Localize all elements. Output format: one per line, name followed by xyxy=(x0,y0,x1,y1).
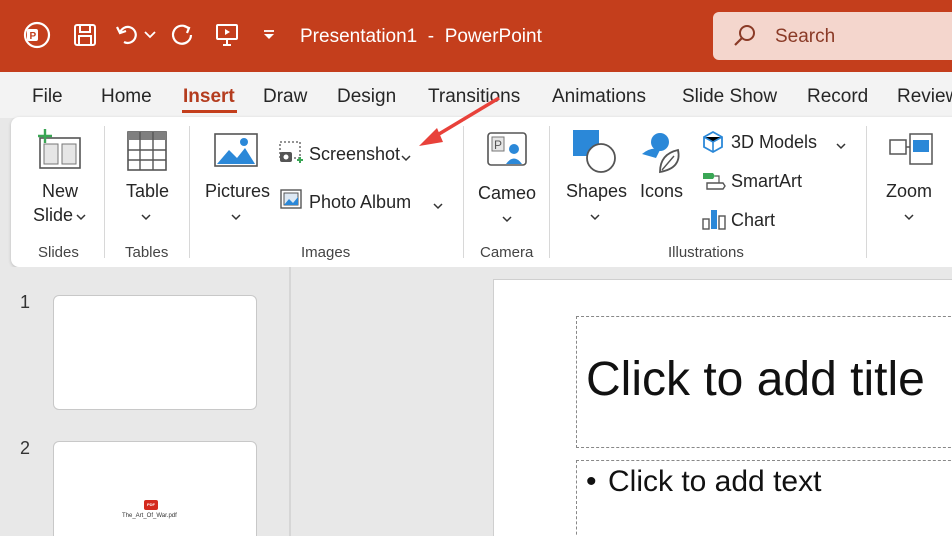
svg-text:P: P xyxy=(494,138,502,152)
screenshot-icon[interactable] xyxy=(278,140,304,171)
zoom-icon[interactable] xyxy=(886,130,936,177)
pdf-file-icon: PDF xyxy=(144,500,158,510)
icons-label[interactable]: Icons xyxy=(640,181,683,202)
pictures-label[interactable]: Pictures xyxy=(205,181,270,202)
active-tab-indicator xyxy=(182,110,237,113)
group-label-images: Images xyxy=(301,244,351,261)
slide-number-1: 1 xyxy=(20,292,31,312)
svg-text:P: P xyxy=(30,31,37,42)
group-label-illustrations: Illustrations xyxy=(668,244,744,261)
icons-icon[interactable] xyxy=(638,128,686,181)
zoom-dropdown-icon[interactable] xyxy=(904,209,914,227)
slide-number-2: 2 xyxy=(20,438,31,458)
search-icon xyxy=(733,24,757,53)
chart-label[interactable]: Chart xyxy=(731,210,775,231)
screenshot-dropdown-icon[interactable] xyxy=(401,150,411,168)
table-label[interactable]: Table xyxy=(126,181,169,202)
photo-album-label[interactable]: Photo Album xyxy=(309,192,411,213)
tab-design[interactable]: Design xyxy=(337,86,396,108)
group-separator xyxy=(189,126,190,258)
group-label-tables: Tables xyxy=(125,244,169,261)
search-placeholder: Search xyxy=(775,26,836,47)
pdf-file-label: The_Art_Of_War.pdf xyxy=(122,513,177,519)
undo-icon[interactable] xyxy=(112,20,142,50)
chart-icon[interactable] xyxy=(701,207,727,236)
new-slide-dropdown-icon[interactable] xyxy=(76,209,86,227)
3d-models-label[interactable]: 3D Models xyxy=(731,132,817,153)
3d-models-dropdown-icon[interactable] xyxy=(836,138,846,156)
cameo-icon[interactable]: P xyxy=(486,131,528,176)
screenshot-label[interactable]: Screenshot xyxy=(309,144,400,165)
slide-thumbnail-1[interactable] xyxy=(53,295,257,410)
photo-album-dropdown-icon[interactable] xyxy=(433,198,443,216)
group-label-slides: Slides xyxy=(38,244,79,261)
pictures-dropdown-icon[interactable] xyxy=(231,209,241,227)
document-title: Presentation1 - PowerPoint xyxy=(300,26,542,47)
group-label-camera: Camera xyxy=(480,244,534,261)
redo-icon[interactable] xyxy=(168,20,198,50)
customize-toolbar-icon[interactable] xyxy=(256,20,282,50)
powerpoint-logo-icon[interactable]: P xyxy=(22,20,52,50)
tab-home[interactable]: Home xyxy=(101,86,152,108)
bullet-marker: • xyxy=(586,465,597,498)
cameo-label[interactable]: Cameo xyxy=(478,183,536,204)
pictures-icon[interactable] xyxy=(213,132,259,173)
group-separator xyxy=(549,126,550,258)
shapes-dropdown-icon[interactable] xyxy=(590,209,600,227)
3d-models-icon[interactable] xyxy=(701,130,725,159)
pdf-badge-text: PDF xyxy=(147,502,155,507)
table-icon[interactable] xyxy=(126,130,168,177)
tab-record[interactable]: Record xyxy=(807,86,868,108)
save-icon[interactable] xyxy=(70,20,100,50)
shapes-icon[interactable] xyxy=(570,128,620,181)
new-slide-label-line1[interactable]: New xyxy=(42,181,78,202)
smartart-icon[interactable] xyxy=(701,170,727,197)
photo-album-icon[interactable] xyxy=(279,188,305,217)
tab-slide-show[interactable]: Slide Show xyxy=(682,86,777,108)
group-separator xyxy=(866,126,867,258)
search-box[interactable]: Search xyxy=(713,12,952,60)
tab-file[interactable]: File xyxy=(32,86,63,108)
zoom-label[interactable]: Zoom xyxy=(886,181,932,202)
tab-insert[interactable]: Insert xyxy=(183,86,235,108)
shapes-label[interactable]: Shapes xyxy=(566,181,627,202)
table-dropdown-icon[interactable] xyxy=(141,209,151,227)
new-slide-label-line2[interactable]: Slide xyxy=(33,205,73,226)
tab-animations[interactable]: Animations xyxy=(552,86,646,108)
cameo-dropdown-icon[interactable] xyxy=(502,211,512,229)
title-placeholder-text: Click to add title xyxy=(586,353,925,406)
slide-thumbnail-2[interactable]: PDF The_Art_Of_War.pdf xyxy=(53,441,257,536)
body-placeholder-text: Click to add text xyxy=(608,465,822,498)
tab-review[interactable]: Review xyxy=(897,86,952,108)
tab-draw[interactable]: Draw xyxy=(263,86,307,108)
smartart-label[interactable]: SmartArt xyxy=(731,171,802,192)
group-separator xyxy=(104,126,105,258)
title-bar: P Presentation1 - PowerPoint Search xyxy=(0,0,952,72)
start-slideshow-icon[interactable] xyxy=(212,20,242,50)
new-slide-icon[interactable] xyxy=(36,128,84,175)
undo-dropdown-icon[interactable] xyxy=(140,20,160,50)
